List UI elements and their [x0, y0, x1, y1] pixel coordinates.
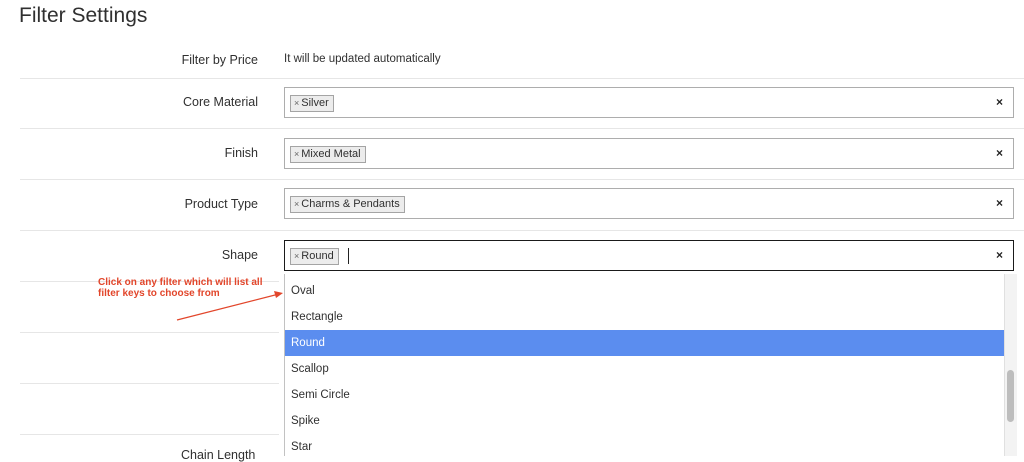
- row-divider: [20, 332, 279, 333]
- finish-label: Finish: [224, 146, 258, 160]
- page-title: Filter Settings: [19, 4, 148, 27]
- annotation-arrow-icon: [176, 291, 283, 321]
- dropdown-option[interactable]: Scallop: [285, 356, 1005, 382]
- shape-label: Shape: [221, 248, 258, 262]
- text-cursor[interactable]: [348, 248, 349, 264]
- remove-tag-icon[interactable]: ×: [294, 199, 299, 209]
- dropdown-option[interactable]: Semi Circle: [285, 382, 1005, 408]
- tag-label: Mixed Metal: [301, 148, 361, 160]
- row-divider: [20, 434, 279, 435]
- row-divider: [20, 179, 1024, 180]
- dropdown-option[interactable]: Spike: [285, 408, 1005, 434]
- row-divider: [20, 230, 1024, 231]
- scrollbar-thumb[interactable]: [1007, 370, 1014, 422]
- product-type-select[interactable]: × Charms & Pendants ×: [284, 188, 1014, 219]
- selected-tag: × Round: [290, 248, 339, 265]
- selected-tag: × Charms & Pendants: [290, 196, 405, 213]
- core-material-select[interactable]: × Silver ×: [284, 87, 1014, 118]
- remove-tag-icon[interactable]: ×: [294, 251, 299, 261]
- row-divider: [20, 128, 1024, 129]
- dropdown-option[interactable]: Oval: [285, 278, 1005, 304]
- selected-tag: × Mixed Metal: [290, 146, 366, 163]
- selected-tag: × Silver: [290, 95, 334, 112]
- filter-by-price-value: It will be updated automatically: [284, 53, 441, 65]
- dropdown-option[interactable]: Rectangle: [285, 304, 1005, 330]
- clear-icon[interactable]: ×: [996, 196, 1003, 210]
- row-divider: [20, 78, 1024, 79]
- dropdown-option[interactable]: Star: [285, 434, 1005, 456]
- filter-by-price-label: Filter by Price: [181, 53, 258, 67]
- shape-select[interactable]: × Round ×: [284, 240, 1014, 271]
- product-type-label: Product Type: [184, 197, 258, 211]
- core-material-label: Core Material: [182, 95, 258, 109]
- shape-options-dropdown[interactable]: Oval Rectangle Round Scallop Semi Circle…: [284, 274, 1005, 456]
- remove-tag-icon[interactable]: ×: [294, 149, 299, 159]
- dropdown-option-selected[interactable]: Round: [285, 330, 1005, 356]
- tag-label: Round: [301, 250, 334, 262]
- remove-tag-icon[interactable]: ×: [294, 98, 299, 108]
- tag-label: Charms & Pendants: [301, 198, 400, 210]
- clear-icon[interactable]: ×: [996, 95, 1003, 109]
- clear-icon[interactable]: ×: [996, 248, 1003, 262]
- row-divider: [20, 383, 279, 384]
- chain-length-label: Chain Length: [181, 448, 256, 462]
- clear-icon[interactable]: ×: [996, 146, 1003, 160]
- tag-label: Silver: [301, 97, 329, 109]
- dropdown-scrollbar[interactable]: [1004, 274, 1017, 456]
- finish-select[interactable]: × Mixed Metal ×: [284, 138, 1014, 169]
